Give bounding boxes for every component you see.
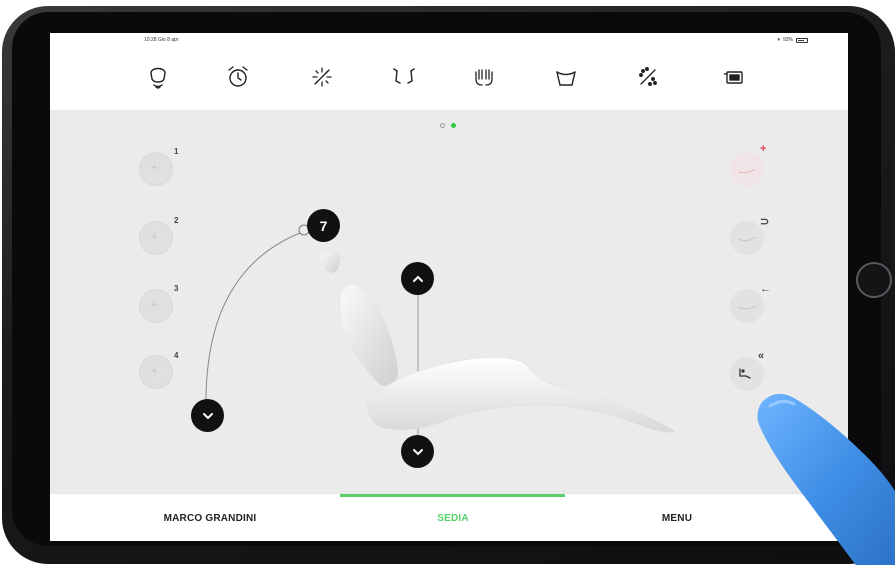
page-indicator [440, 123, 456, 128]
page-dot-2-active[interactable] [451, 123, 456, 128]
spray-icon[interactable] [634, 63, 662, 91]
tab-sedia[interactable]: SEDIA [353, 494, 553, 541]
memory-position-button-3[interactable]: + [139, 289, 173, 323]
memory-position-button-2[interactable]: + [139, 221, 173, 255]
monitor-icon[interactable] [720, 63, 748, 91]
plus-icon: + [151, 365, 158, 377]
battery-icon [796, 37, 808, 43]
tab-user-profile[interactable]: MARCO GRANDINI [110, 494, 310, 541]
memory-position-label-2: 2 [174, 216, 179, 225]
rinse-position-badge: ⊃ [760, 216, 770, 228]
return-position-button[interactable] [730, 289, 764, 323]
tab-label: MARCO GRANDINI [163, 512, 257, 524]
backrest-control-value: 7 [319, 217, 328, 234]
scene: 10:28 Gio 8 apr ▾ 93% + 1 + 2 + 3 + 4 + … [0, 0, 895, 565]
battery-percent: 93% [782, 37, 793, 43]
function-toolbar [50, 47, 848, 110]
tab-label: MENU [661, 512, 693, 524]
memory-position-button-1[interactable]: + [139, 152, 173, 186]
plus-icon: + [151, 162, 158, 174]
exit-position-badge: « [758, 350, 765, 362]
backrest-down-button[interactable] [191, 399, 224, 432]
wifi-icon: ▾ [777, 37, 780, 43]
basin-icon[interactable] [552, 63, 580, 91]
status-indicators: ▾ 93% [777, 37, 808, 43]
return-position-badge: ← [760, 283, 771, 295]
app-screen: 10:28 Gio 8 apr ▾ 93% + 1 + 2 + 3 + 4 + … [50, 33, 848, 541]
chevron-down-icon [412, 448, 423, 455]
operating-light-icon[interactable] [308, 63, 336, 91]
hands-icon[interactable] [470, 63, 498, 91]
gloved-hand-photo [757, 393, 895, 565]
plus-icon: + [151, 231, 158, 243]
add-position-badge: + [760, 143, 767, 155]
chevron-up-icon [412, 275, 423, 282]
memory-position-label-1: 1 [174, 147, 179, 156]
plus-icon: + [151, 299, 158, 311]
tab-menu[interactable]: MENU [577, 494, 777, 541]
page-dot-1[interactable] [440, 123, 445, 128]
status-bar: 10:28 Gio 8 apr ▾ 93% [50, 33, 848, 47]
headrest-icon[interactable] [390, 63, 418, 91]
chair-up-button[interactable] [401, 262, 434, 295]
add-position-button[interactable] [730, 152, 764, 186]
memory-position-label-4: 4 [174, 351, 179, 360]
exit-position-button[interactable] [730, 357, 764, 391]
spittoon-icon[interactable] [144, 63, 172, 91]
rinse-position-button[interactable] [730, 221, 764, 255]
tab-label: SEDIA [437, 512, 469, 524]
chair-down-button[interactable] [401, 435, 434, 468]
memory-position-button-4[interactable]: + [139, 355, 173, 389]
chevron-down-icon [202, 412, 213, 419]
memory-position-label-3: 3 [174, 284, 179, 293]
backrest-control-button[interactable]: 7 [307, 209, 340, 242]
home-button[interactable] [856, 262, 892, 298]
status-time: 10:28 Gio 8 apr [144, 37, 179, 43]
timer-icon[interactable] [224, 63, 252, 91]
bottom-tab-bar: MARCO GRANDINI SEDIA MENU [50, 493, 848, 541]
